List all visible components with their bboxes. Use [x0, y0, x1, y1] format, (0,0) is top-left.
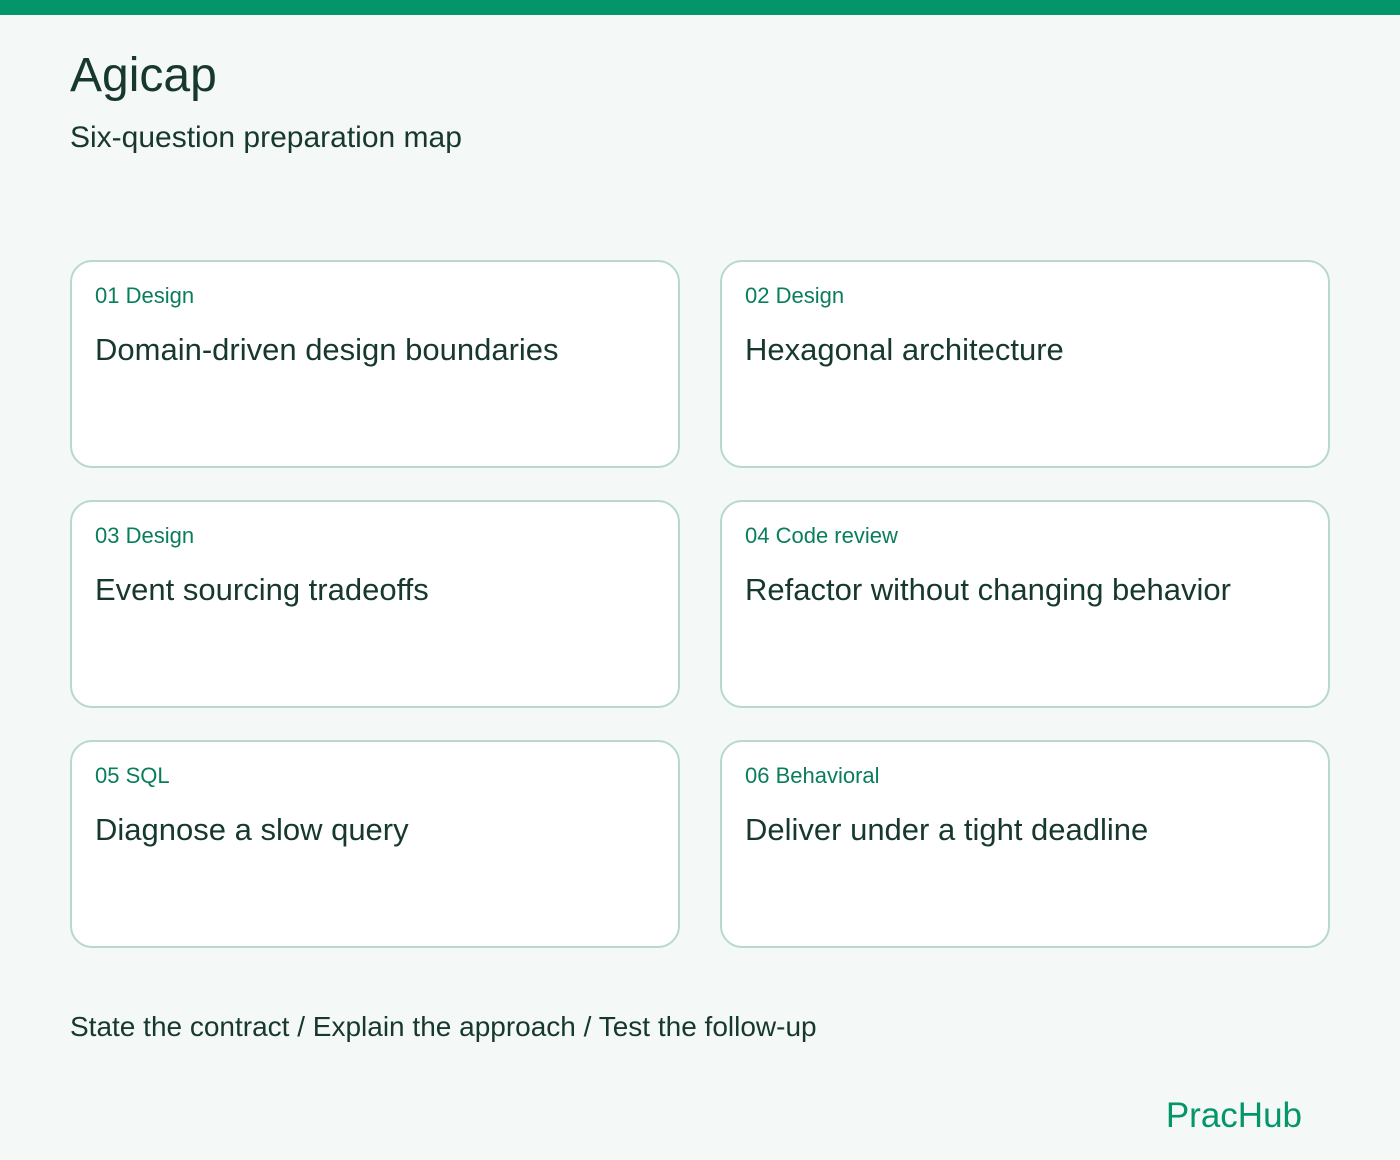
card-tag: 06 Behavioral — [745, 763, 880, 788]
question-card-01[interactable]: 01 Design Domain-driven design boundarie… — [70, 260, 680, 468]
card-title: Diagnose a slow query — [95, 812, 409, 847]
card-tag: 04 Code review — [745, 523, 898, 548]
card-title: Deliver under a tight deadline — [745, 812, 1149, 847]
card-title: Hexagonal architecture — [745, 332, 1064, 367]
card-tag: 05 SQL — [95, 763, 170, 788]
page-subtitle: Six-question preparation map — [70, 121, 462, 154]
question-grid: 01 Design Domain-driven design boundarie… — [70, 260, 1330, 948]
page-title: Agicap — [70, 49, 217, 102]
question-card-02[interactable]: 02 Design Hexagonal architecture — [720, 260, 1330, 468]
brand-logo: PracHub — [1165, 1096, 1302, 1135]
question-card-06[interactable]: 06 Behavioral Deliver under a tight dead… — [720, 740, 1330, 948]
card-tag: 02 Design — [745, 283, 845, 308]
question-card-03[interactable]: 03 Design Event sourcing tradeoffs — [70, 500, 680, 708]
top-accent-bar — [0, 0, 1400, 15]
card-tag: 03 Design — [95, 523, 195, 548]
card-title: Domain-driven design boundaries — [95, 332, 559, 367]
card-tag: 01 Design — [95, 283, 195, 308]
question-card-05[interactable]: 05 SQL Diagnose a slow query — [70, 740, 680, 948]
card-title: Refactor without changing behavior — [745, 572, 1231, 607]
card-title: Event sourcing tradeoffs — [95, 572, 429, 607]
steps-line: State the contract / Explain the approac… — [70, 1011, 817, 1042]
question-card-04[interactable]: 04 Code review Refactor without changing… — [720, 500, 1330, 708]
